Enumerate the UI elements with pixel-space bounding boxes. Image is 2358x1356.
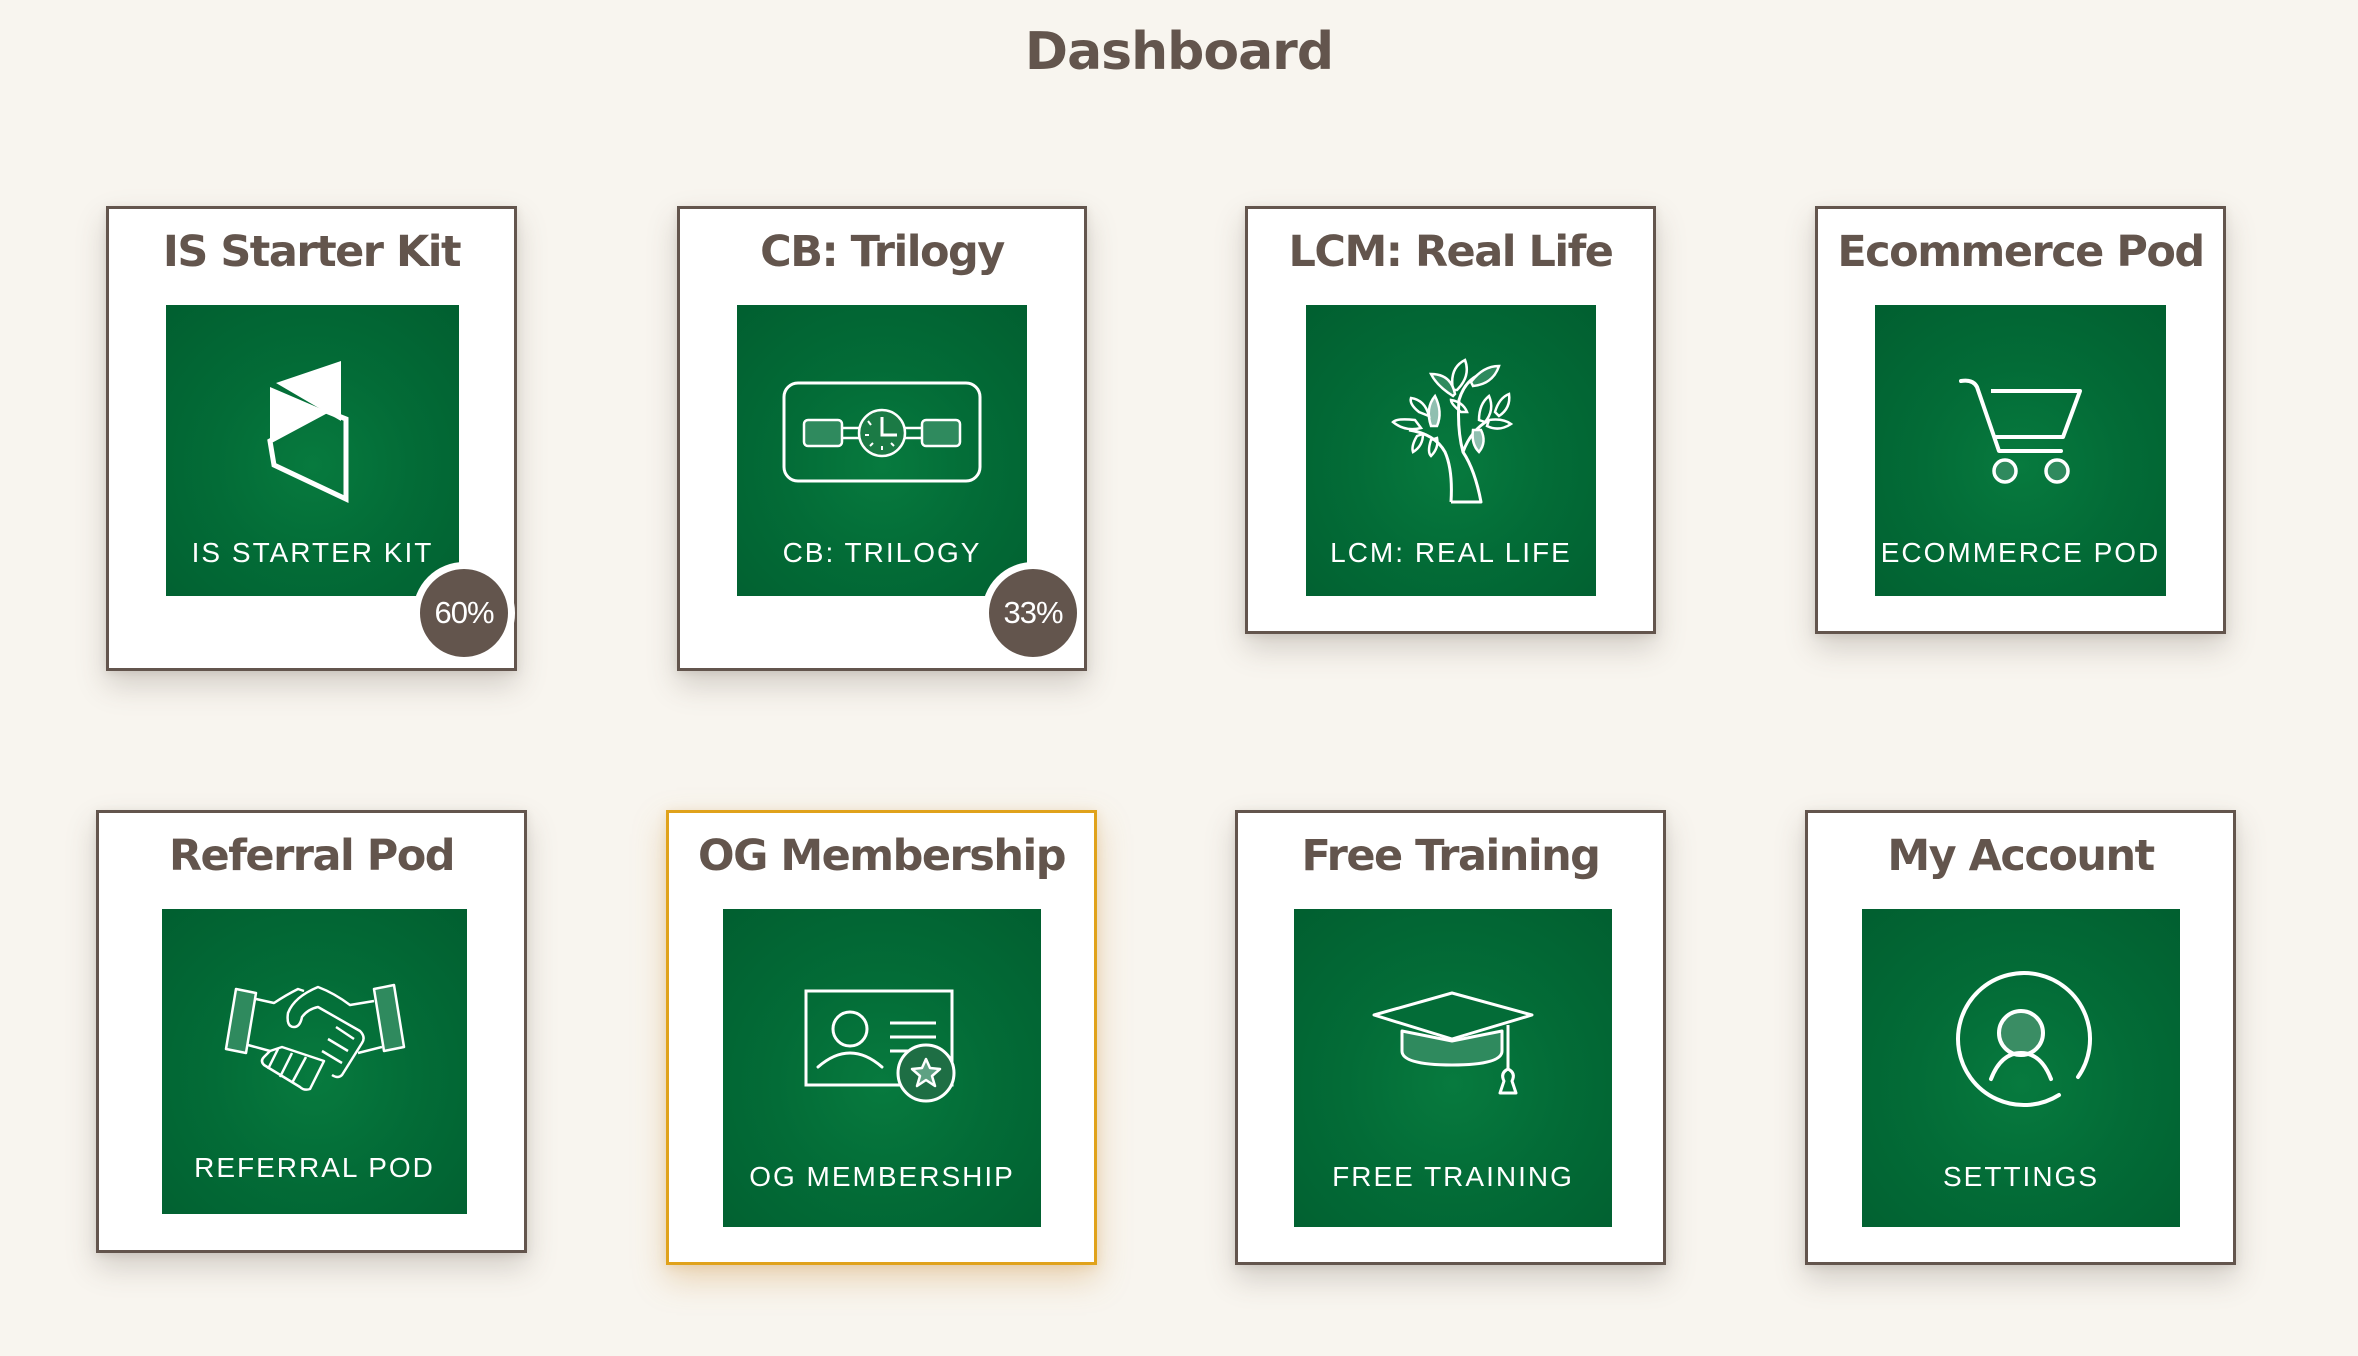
card-title: OG Membership: [698, 831, 1066, 881]
tile-label: CB: TRILOGY: [782, 537, 982, 568]
card-is-starter-kit[interactable]: IS Starter Kit IS STARTER KIT 60%: [106, 206, 517, 671]
card-lcm-real-life[interactable]: LCM: Real Life LCM: REAL LIFE: [1245, 206, 1656, 634]
card-title: IS Starter Kit: [162, 227, 462, 277]
starter-kit-logo-icon: [266, 361, 348, 503]
card-ecommerce-pod[interactable]: Ecommerce Pod ECOMMERCE POD: [1815, 206, 2226, 634]
card-tile[interactable]: CB: TRILOGY: [737, 305, 1027, 596]
membership-card-icon: [804, 989, 956, 1103]
tile-label: LCM: REAL LIFE: [1330, 537, 1572, 568]
card-referral-pod[interactable]: Referral Pod REFERRAL POD: [96, 810, 527, 1253]
progress-badge: 33%: [982, 562, 1084, 664]
tile-label: REFERRAL POD: [194, 1152, 435, 1183]
card-tile[interactable]: OG MEMBERSHIP: [723, 909, 1041, 1227]
card-og-membership[interactable]: OG Membership OG MEMBERSHIP: [666, 810, 1097, 1265]
tile-label: ECOMMERCE POD: [1880, 537, 2161, 568]
card-my-account[interactable]: My Account SETTINGS: [1805, 810, 2236, 1265]
progress-badge: 60%: [413, 562, 515, 664]
card-title: Referral Pod: [168, 831, 456, 881]
graduation-cap-icon: [1372, 991, 1534, 1095]
card-tile[interactable]: SETTINGS: [1862, 909, 2180, 1227]
handshake-icon: [224, 983, 405, 1091]
card-title: Ecommerce Pod: [1837, 227, 2205, 277]
card-title: LCM: Real Life: [1288, 227, 1614, 277]
card-title: My Account: [1887, 831, 2155, 881]
tile-label: IS STARTER KIT: [191, 537, 434, 568]
card-tile[interactable]: REFERRAL POD: [162, 909, 467, 1214]
tile-label: FREE TRAINING: [1332, 1161, 1574, 1192]
card-tile[interactable]: FREE TRAINING: [1294, 909, 1612, 1227]
tile-label: SETTINGS: [1942, 1161, 2099, 1192]
tree-icon: [1391, 358, 1514, 504]
card-title: Free Training: [1301, 831, 1601, 881]
tile-label: OG MEMBERSHIP: [749, 1161, 1015, 1192]
card-cb-trilogy[interactable]: CB: Trilogy CB: TRILOGY 33%: [677, 206, 1087, 671]
card-title: CB: Trilogy: [760, 227, 1005, 277]
card-free-training[interactable]: Free Training FREE TRAINING: [1235, 810, 1666, 1265]
shopping-cart-icon: [1958, 378, 2082, 484]
clock-timeline-icon: [782, 381, 982, 483]
card-tile[interactable]: LCM: REAL LIFE: [1306, 305, 1596, 596]
card-tile[interactable]: IS STARTER KIT: [166, 305, 459, 596]
page-title: Dashboard: [1024, 22, 1334, 82]
user-circle-icon: [1956, 971, 2093, 1107]
card-tile[interactable]: ECOMMERCE POD: [1875, 305, 2166, 596]
